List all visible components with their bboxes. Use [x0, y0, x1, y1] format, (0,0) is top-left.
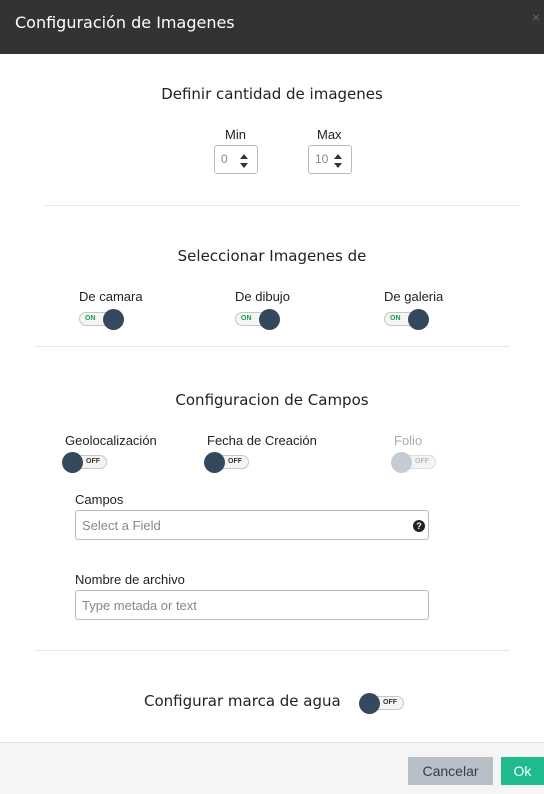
- close-icon[interactable]: ×: [532, 9, 540, 25]
- watermark-label: Configurar marca de agua: [144, 692, 341, 710]
- creation-date-toggle[interactable]: OFF: [204, 452, 249, 473]
- folio-toggle: OFF: [391, 452, 436, 473]
- drawing-label: De dibujo: [235, 289, 290, 304]
- min-stepper[interactable]: 0: [214, 145, 258, 174]
- filename-input[interactable]: Type metada or text: [75, 590, 429, 620]
- fields-section-title: Configuracion de Campos: [175, 391, 369, 409]
- watermark-toggle[interactable]: OFF: [359, 693, 404, 714]
- sources-section-title: Seleccionar Imagenes de: [177, 247, 367, 265]
- campos-label: Campos: [75, 492, 124, 507]
- decrement-arrow-icon[interactable]: [334, 163, 342, 168]
- geolocation-label: Geolocalización: [65, 433, 157, 448]
- help-icon[interactable]: ?: [413, 520, 425, 532]
- modal-header: Configuración de Imagenes ×: [0, 0, 544, 54]
- max-value: 10: [315, 152, 329, 166]
- toggle-state-text: ON: [390, 315, 401, 322]
- divider: [35, 650, 510, 651]
- divider: [35, 346, 510, 347]
- campos-placeholder: Select a Field: [82, 518, 161, 533]
- quantity-section-title: Definir cantidad de imagenes: [161, 85, 383, 103]
- toggle-state-text: OFF: [383, 699, 397, 706]
- toggle-state-text: OFF: [415, 458, 429, 465]
- geolocation-toggle[interactable]: OFF: [62, 452, 107, 473]
- camera-toggle[interactable]: ON: [79, 309, 124, 330]
- max-label: Max: [317, 127, 342, 142]
- toggle-knob: [259, 309, 280, 330]
- divider: [45, 205, 520, 206]
- camera-label: De camara: [79, 289, 143, 304]
- min-value: 0: [221, 152, 228, 166]
- toggle-state-text: OFF: [228, 458, 242, 465]
- max-stepper[interactable]: 10: [308, 145, 352, 174]
- filename-placeholder: Type metada or text: [82, 598, 197, 613]
- modal-title: Configuración de Imagenes: [15, 13, 235, 32]
- ok-button[interactable]: Ok: [501, 757, 544, 785]
- increment-arrow-icon[interactable]: [334, 154, 342, 159]
- drawing-toggle[interactable]: ON: [235, 309, 280, 330]
- cancel-button[interactable]: Cancelar: [408, 757, 493, 785]
- creation-date-label: Fecha de Creación: [207, 433, 317, 448]
- filename-label: Nombre de archivo: [75, 572, 185, 587]
- modal-footer: Cancelar Ok: [0, 742, 544, 794]
- campos-select[interactable]: Select a Field ?: [75, 510, 429, 540]
- toggle-knob: [204, 452, 225, 473]
- min-label: Min: [225, 127, 246, 142]
- decrement-arrow-icon[interactable]: [240, 163, 248, 168]
- toggle-state-text: ON: [85, 315, 96, 322]
- toggle-knob: [359, 693, 380, 714]
- toggle-knob: [103, 309, 124, 330]
- toggle-knob: [391, 452, 412, 473]
- gallery-toggle[interactable]: ON: [384, 309, 429, 330]
- toggle-knob: [408, 309, 429, 330]
- gallery-label: De galeria: [384, 289, 444, 304]
- increment-arrow-icon[interactable]: [240, 154, 248, 159]
- folio-label: Folio: [394, 433, 423, 448]
- toggle-state-text: OFF: [86, 458, 100, 465]
- toggle-state-text: ON: [241, 315, 252, 322]
- toggle-knob: [62, 452, 83, 473]
